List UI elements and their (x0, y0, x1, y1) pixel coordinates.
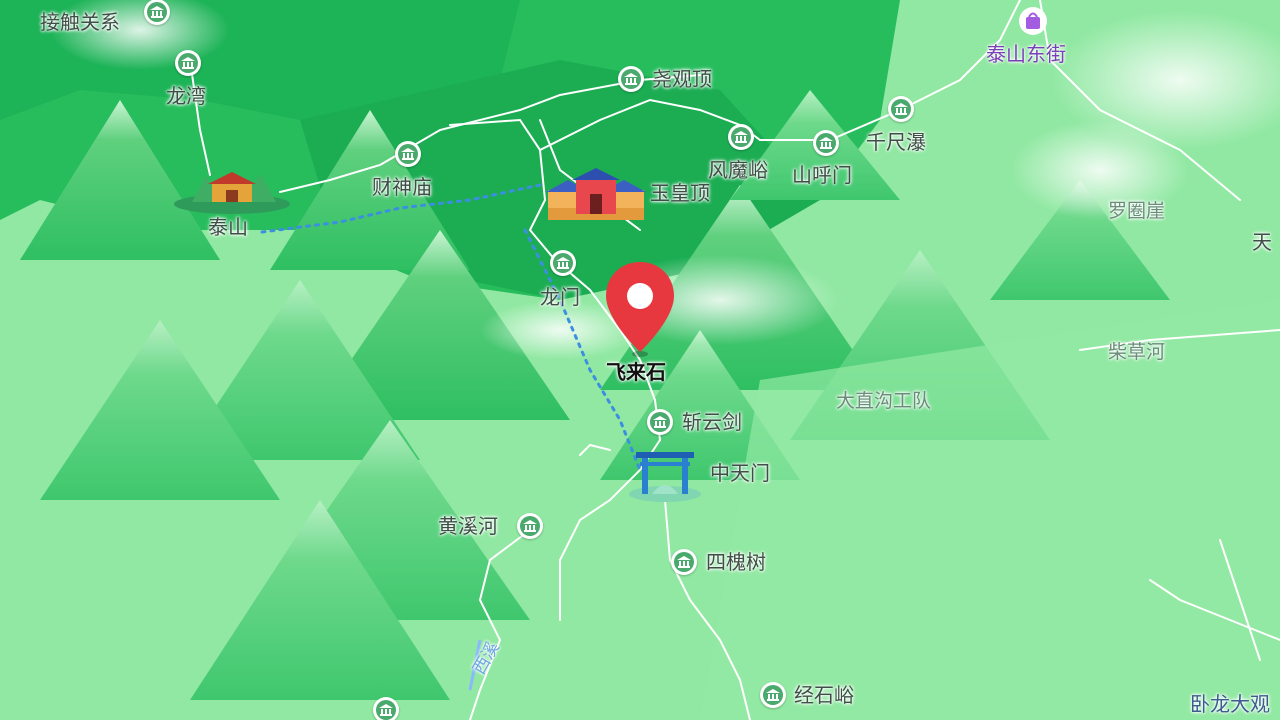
place-label-taishan[interactable]: 泰山 (208, 217, 248, 237)
museum-icon[interactable] (728, 124, 754, 150)
museum-icon[interactable] (647, 409, 673, 435)
place-label-longwan[interactable]: 龙湾 (166, 86, 206, 106)
place-label-qianchipu[interactable]: 千尺瀑 (866, 132, 926, 152)
shopping-bag-icon (1019, 7, 1047, 35)
place-label-jingshiyu[interactable]: 经石峪 (794, 685, 854, 705)
museum-icon[interactable] (517, 513, 543, 539)
map-canvas[interactable]: 接触关系 龙湾 泰山 财神庙 尧观顶 玉皇顶 风魔峪 山呼门 千尺瀑 泰山东街 … (0, 0, 1280, 720)
place-label-yaoguanding[interactable]: 尧观顶 (652, 69, 712, 89)
place-label-dazhigou[interactable]: 大直沟工队 (836, 392, 931, 411)
place-label-contact[interactable]: 接触关系 (40, 12, 120, 32)
taishan-landmark-icon[interactable] (172, 166, 292, 216)
place-label-shanhumen[interactable]: 山呼门 (792, 165, 852, 185)
zhongtianmen-gate-icon[interactable] (628, 446, 702, 502)
place-label-taishandongjie[interactable]: 泰山东街 (986, 44, 1066, 64)
shop-poi[interactable] (1018, 6, 1048, 40)
museum-icon[interactable] (550, 250, 576, 276)
place-label-fengmoyu[interactable]: 风魔峪 (708, 160, 768, 180)
place-label-tian[interactable]: 天 (1252, 232, 1272, 252)
museum-icon[interactable] (618, 66, 644, 92)
museum-icon[interactable] (888, 96, 914, 122)
place-label-zhanyunjian[interactable]: 斩云剑 (682, 412, 742, 432)
museum-icon[interactable] (144, 0, 170, 25)
place-label-sihuaishu[interactable]: 四槐树 (706, 552, 766, 572)
place-label-chaicaohe[interactable]: 柴草河 (1108, 343, 1165, 362)
museum-icon[interactable] (373, 697, 399, 720)
place-label-yuhuangding[interactable]: 玉皇顶 (650, 183, 710, 203)
place-label-luoquanya[interactable]: 罗圈崖 (1108, 202, 1165, 221)
location-pin-icon[interactable] (604, 260, 676, 358)
place-label-wolongda[interactable]: 卧龙大观 (1190, 694, 1270, 714)
place-label-caishenmiao[interactable]: 财神庙 (372, 177, 432, 197)
place-label-longmen[interactable]: 龙门 (540, 287, 580, 307)
museum-icon[interactable] (175, 50, 201, 76)
museum-icon[interactable] (760, 682, 786, 708)
museum-icon[interactable] (671, 549, 697, 575)
museum-icon[interactable] (395, 141, 421, 167)
place-label-huangxihe[interactable]: 黄溪河 (438, 516, 498, 536)
yuhuangding-temple-icon[interactable] (546, 168, 646, 226)
place-label-feilaishi[interactable]: 飞来石 (606, 362, 666, 382)
place-label-zhongtianmen[interactable]: 中天门 (710, 463, 770, 483)
museum-icon[interactable] (813, 130, 839, 156)
